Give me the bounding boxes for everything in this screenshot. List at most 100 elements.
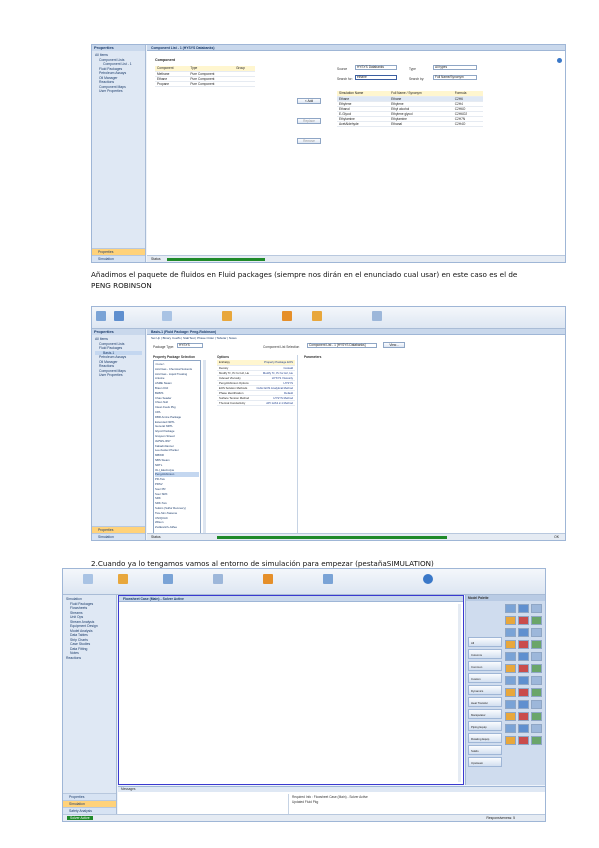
nav-simulation-button[interactable]: Simulation: [92, 533, 145, 540]
option-value[interactable]: Cubic EOS Analytical Method: [252, 385, 295, 391]
reactions-icon[interactable]: [312, 311, 322, 321]
unit-op-icon[interactable]: [518, 700, 529, 709]
unit-op-icon[interactable]: [518, 676, 529, 685]
case-study-icon[interactable]: [263, 574, 273, 584]
option-row[interactable]: EOS Solution Methods Cubic EOS Analytical…: [217, 385, 295, 391]
palette-group-button[interactable]: Solids: [468, 745, 502, 755]
replace-button[interactable]: Replace: [297, 118, 321, 124]
tab-fluid-package[interactable]: Basis-1 (Fluid Package: Peng-Robinson): [147, 329, 565, 335]
canvas-scrollbar[interactable]: [458, 604, 461, 782]
unit-op-icon[interactable]: [518, 616, 529, 625]
tab-component-list[interactable]: Component List - 1 (HYSYS Databanks): [147, 45, 565, 51]
search-by-select[interactable]: Full Name/Synonym: [433, 75, 477, 80]
unit-op-icon[interactable]: [505, 628, 516, 637]
option-value[interactable]: API 12A3.2-1 Method: [252, 400, 295, 406]
package-type-select[interactable]: HYSYS: [177, 343, 203, 348]
unit-op-icon[interactable]: [531, 640, 542, 649]
status-bar: Solver Active Responsiveness: 5: [63, 814, 545, 821]
palette-group-button[interactable]: Custom: [468, 673, 502, 683]
unit-op-icon[interactable]: [531, 724, 542, 733]
unit-op-icon[interactable]: [531, 664, 542, 673]
options-heading: Options: [217, 355, 230, 359]
fluid-packages-icon[interactable]: [114, 311, 124, 321]
nav-simulation-button[interactable]: Simulation: [63, 800, 116, 807]
unit-op-icon[interactable]: [518, 688, 529, 697]
help-icon[interactable]: [423, 574, 433, 584]
source-select[interactable]: HYSYS Databanks: [355, 65, 397, 70]
unit-op-icon[interactable]: [518, 724, 529, 733]
user-properties-icon[interactable]: [282, 311, 292, 321]
unit-op-icon[interactable]: [518, 604, 529, 613]
workbook-icon[interactable]: [118, 574, 128, 584]
tree-item[interactable]: Reactions: [66, 656, 113, 661]
nav-properties-button[interactable]: Properties: [92, 248, 145, 255]
reaction-icon[interactable]: [213, 574, 223, 584]
tree-item[interactable]: User Properties: [95, 373, 142, 378]
unit-op-icon[interactable]: [505, 676, 516, 685]
help-icon[interactable]: [557, 58, 562, 63]
unit-op-icon[interactable]: [531, 736, 542, 745]
unit-op-icon[interactable]: [531, 652, 542, 661]
subtabs[interactable]: Set Up | Binary Coeffs | StabTest | Phas…: [151, 336, 237, 340]
palette-group-button[interactable]: Heat Transfer: [468, 697, 502, 707]
components-icon[interactable]: [96, 311, 106, 321]
unit-op-icon[interactable]: [531, 676, 542, 685]
flowsheet-icon[interactable]: [163, 574, 173, 584]
unit-op-icon[interactable]: [518, 628, 529, 637]
unit-op-icon[interactable]: [531, 616, 542, 625]
tree-item[interactable]: User Properties: [95, 89, 142, 94]
unit-op-icon[interactable]: [505, 700, 516, 709]
nav-properties-button[interactable]: Properties: [92, 526, 145, 533]
unit-op-icon[interactable]: [531, 712, 542, 721]
analysis-icon[interactable]: [323, 574, 333, 584]
palette-group-button[interactable]: Rotating Equip: [468, 733, 502, 743]
palette-group-button[interactable]: Dynamics: [468, 685, 502, 695]
table-row[interactable]: Propane Pure Component: [155, 81, 255, 87]
palette-group-button[interactable]: Common: [468, 661, 502, 671]
palette-group-button[interactable]: Upstream: [468, 757, 502, 767]
palette-group-button[interactable]: Manipulator: [468, 709, 502, 719]
unit-op-icon[interactable]: [518, 640, 529, 649]
unit-op-icon[interactable]: [518, 664, 529, 673]
unit-op-icon[interactable]: [505, 664, 516, 673]
option-row[interactable]: Thermal Conductivity API 12A3.2-1 Method: [217, 400, 295, 406]
palette-group-button[interactable]: Columns: [468, 649, 502, 659]
package-list-item[interactable]: Zudkevitch-Joffee: [155, 525, 199, 530]
unit-op-icon[interactable]: [531, 688, 542, 697]
package-list-scrollbar[interactable]: [203, 360, 206, 536]
palette-group-button[interactable]: All: [468, 637, 502, 647]
nav-properties-button[interactable]: Properties: [63, 793, 116, 800]
nav-simulation-button[interactable]: Simulation: [92, 255, 145, 262]
component-list-select[interactable]: Component List - 1 [HYSYS Databanks]: [307, 343, 377, 348]
unit-op-icon[interactable]: [505, 640, 516, 649]
palette-heading: Model Palette: [466, 595, 545, 601]
unit-op-icon[interactable]: [531, 604, 542, 613]
unit-op-icon[interactable]: [505, 712, 516, 721]
unit-op-icon[interactable]: [518, 736, 529, 745]
unit-op-icon[interactable]: [505, 604, 516, 613]
unit-op-icon[interactable]: [505, 688, 516, 697]
palette-group-button[interactable]: Piping Equip: [468, 721, 502, 731]
methods-assistant-icon[interactable]: [222, 311, 232, 321]
search-input[interactable]: ethane: [355, 75, 397, 80]
unit-op-icon[interactable]: [531, 628, 542, 637]
table-row[interactable]: AcetAldehyde Ethanal C2H4O: [337, 121, 483, 127]
tab-flowsheet[interactable]: Flowsheet Case (Main) - Solver Active: [119, 596, 463, 602]
unit-op-icon[interactable]: [518, 652, 529, 661]
nav-safety-button[interactable]: Safety Analysis: [63, 807, 116, 814]
unit-op-icon[interactable]: [531, 700, 542, 709]
unit-op-icon[interactable]: [505, 652, 516, 661]
unit-op-icon[interactable]: [505, 616, 516, 625]
flowsheet-canvas[interactable]: Flowsheet Case (Main) - Solver Active: [118, 595, 464, 785]
update-properties-icon[interactable]: [372, 311, 382, 321]
view-button[interactable]: View...: [383, 342, 405, 348]
map-components-icon[interactable]: [162, 311, 172, 321]
type-select[interactable]: All types: [433, 65, 477, 70]
unit-op-icon[interactable]: [518, 712, 529, 721]
unit-op-icon[interactable]: [505, 736, 516, 745]
add-button[interactable]: < Add: [297, 98, 321, 104]
remove-button[interactable]: Remove: [297, 138, 321, 144]
unit-op-icon[interactable]: [505, 724, 516, 733]
models-icon[interactable]: [83, 574, 93, 584]
package-list[interactable]: <none> Acid Gas - Chemical Solvents Acid G…: [153, 360, 201, 536]
